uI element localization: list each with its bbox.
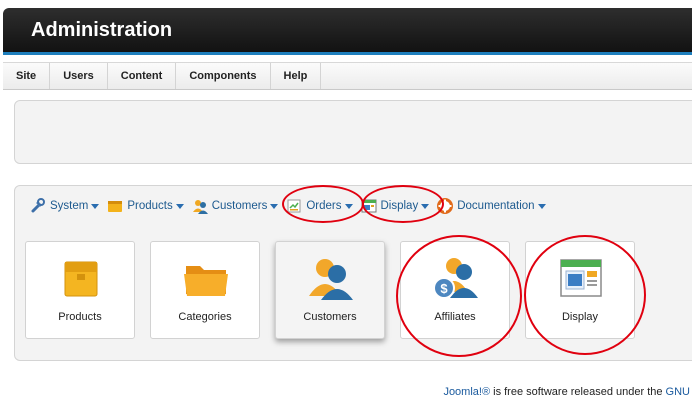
folder-icon bbox=[184, 266, 228, 296]
toolbar-display[interactable]: Display bbox=[361, 198, 430, 214]
toolbar-system[interactable]: System bbox=[30, 198, 100, 214]
display-icon bbox=[560, 259, 602, 297]
users-icon bbox=[192, 200, 208, 214]
users-icon bbox=[309, 259, 353, 300]
joomla-link[interactable]: Joomla!® bbox=[443, 386, 490, 398]
menu-users[interactable]: Users bbox=[50, 63, 108, 89]
svg-text:$: $ bbox=[440, 281, 448, 296]
page-title: Administration bbox=[31, 19, 173, 41]
caret-down-icon bbox=[175, 203, 184, 209]
categories-tile[interactable]: Categories bbox=[150, 241, 260, 339]
caret-down-icon bbox=[421, 203, 430, 209]
main-menu: Site Users Content Components Help bbox=[3, 62, 692, 90]
menu-content[interactable]: Content bbox=[108, 63, 177, 89]
wrench-icon bbox=[31, 198, 45, 213]
customers-tile-label: Customers bbox=[303, 311, 357, 323]
caret-down-icon bbox=[344, 203, 353, 209]
footer-message: is free software released under the bbox=[490, 386, 666, 398]
message-panel bbox=[14, 100, 692, 164]
categories-tile-label: Categories bbox=[178, 311, 232, 323]
toolbar-customers-label: Customers bbox=[211, 200, 268, 212]
box-icon bbox=[64, 261, 98, 297]
toolbar-system-label: System bbox=[50, 200, 89, 212]
toolbar-display-label: Display bbox=[380, 200, 419, 212]
menu-site[interactable]: Site bbox=[3, 63, 51, 89]
caret-down-icon bbox=[270, 203, 279, 209]
toolbar-orders-label: Orders bbox=[306, 200, 342, 212]
lifebuoy-icon bbox=[437, 198, 454, 214]
affiliates-tile-label: Affiliates bbox=[434, 311, 476, 323]
component-toolbar: System Products Customers Orders Display… bbox=[30, 196, 554, 216]
toolbar-orders[interactable]: Orders bbox=[286, 198, 353, 214]
display-tile-label: Display bbox=[561, 311, 599, 323]
customers-tile[interactable]: Customers bbox=[275, 241, 385, 339]
caret-down-icon bbox=[537, 203, 546, 209]
display-icon bbox=[361, 199, 376, 213]
toolbar-customers[interactable]: Customers bbox=[192, 198, 279, 214]
products-tile-label: Products bbox=[58, 311, 102, 323]
menu-help[interactable]: Help bbox=[271, 63, 322, 89]
caret-down-icon bbox=[91, 203, 100, 209]
footer-text: Joomla!® is free software released under… bbox=[443, 386, 690, 398]
affiliates-icon: $ bbox=[433, 258, 478, 299]
toolbar-documentation[interactable]: Documentation bbox=[437, 198, 546, 214]
affiliates-tile[interactable]: $ Affiliates bbox=[400, 241, 510, 339]
gnu-link[interactable]: GNU bbox=[666, 386, 690, 398]
toolbar-documentation-label: Documentation bbox=[457, 200, 535, 212]
orders-icon bbox=[287, 199, 301, 213]
box-icon bbox=[108, 201, 123, 212]
products-tile[interactable]: Products bbox=[25, 241, 135, 339]
display-tile[interactable]: Display bbox=[525, 241, 635, 339]
toolbar-products[interactable]: Products bbox=[107, 198, 184, 214]
toolbar-products-label: Products bbox=[127, 200, 173, 212]
menu-components[interactable]: Components bbox=[176, 63, 271, 89]
admin-header: Administration bbox=[3, 8, 692, 55]
